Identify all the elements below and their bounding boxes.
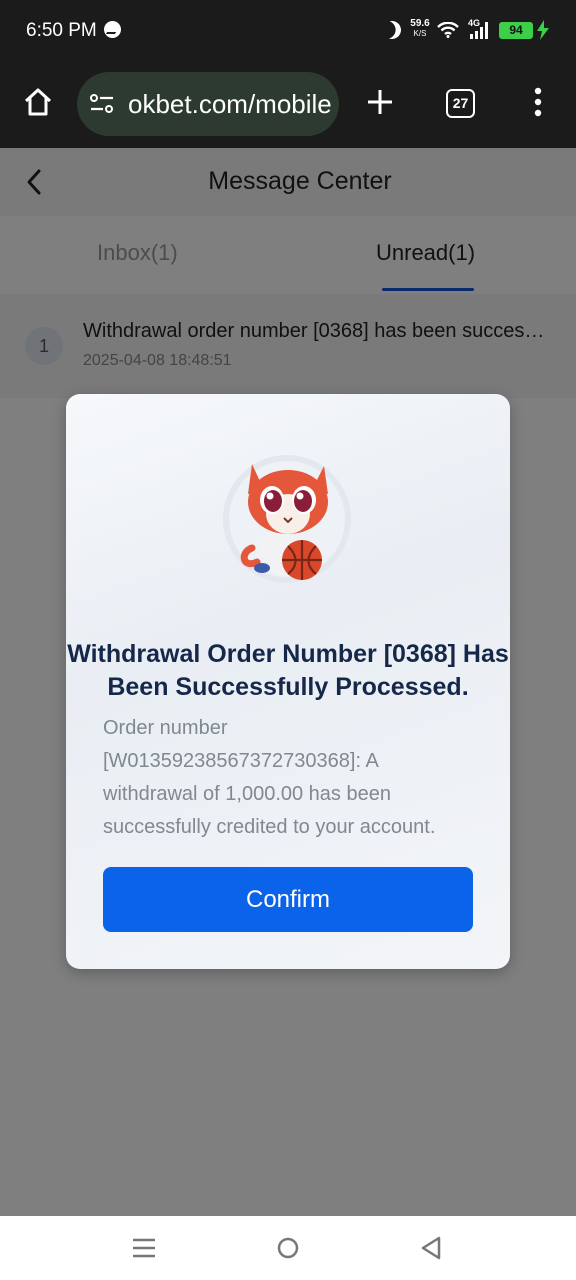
browser-toolbar: okbet.com/mobile 27	[0, 62, 576, 148]
network-speed-value: 59.6	[410, 18, 430, 29]
network-speed-unit: K/S	[413, 29, 427, 38]
wifi-icon	[437, 22, 459, 38]
more-menu-icon[interactable]	[532, 86, 544, 118]
recent-apps-icon[interactable]	[133, 1237, 155, 1259]
messenger-icon	[104, 21, 121, 38]
dialog-body: Order number [W01359238567372730368]: A …	[103, 717, 436, 838]
tab-switcher-icon[interactable]: 27	[446, 89, 475, 118]
message-dialog: Withdrawal Order Number [0368] Has Been …	[66, 394, 510, 969]
back-triangle-icon[interactable]	[420, 1236, 442, 1260]
network-speed: 59.6 K/S	[406, 19, 434, 39]
confirm-button[interactable]: Confirm	[103, 867, 473, 932]
battery-icon: 94	[499, 22, 533, 39]
new-tab-plus-icon[interactable]	[366, 88, 394, 116]
charging-bolt-icon	[537, 20, 549, 40]
status-time: 6:50 PM	[26, 20, 97, 41]
cat-mascot-icon	[223, 455, 351, 583]
system-nav-bar	[0, 1216, 576, 1280]
signal-icon: 4G	[468, 18, 492, 45]
dialog-title: Withdrawal Order Number [0368] Has Been …	[67, 640, 509, 701]
signal-label: 4G	[468, 18, 481, 28]
url-text[interactable]: okbet.com/mobile	[128, 89, 332, 120]
moon-icon	[380, 18, 403, 41]
status-bar: 6:50 PM 59.6 K/S 4G 94	[0, 0, 576, 62]
address-bar[interactable]: okbet.com/mobile	[77, 72, 339, 136]
home-circle-icon[interactable]	[277, 1237, 299, 1259]
site-settings-icon[interactable]	[89, 94, 115, 114]
home-icon[interactable]	[22, 86, 54, 118]
